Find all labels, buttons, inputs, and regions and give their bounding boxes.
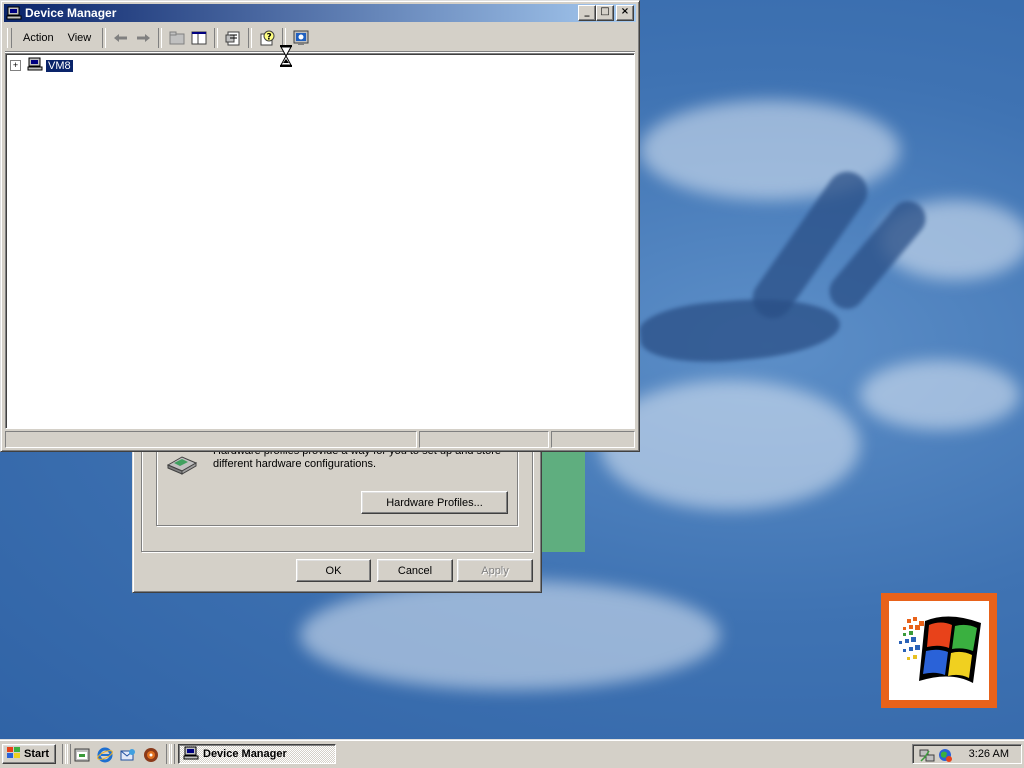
clock[interactable]: 3:26 AM: [969, 748, 1009, 760]
back-arrow-icon[interactable]: [110, 28, 132, 48]
windows-flag-icon: [5, 746, 21, 763]
taskbar-button-device-manager[interactable]: Device Manager: [178, 744, 336, 764]
toolbar-separator: [102, 28, 107, 48]
hourglass-cursor-icon: [280, 45, 292, 70]
expand-toggle[interactable]: +: [10, 60, 21, 71]
status-bar: [5, 431, 635, 448]
minimize-button[interactable]: _: [578, 5, 596, 21]
device-manager-window: Device Manager _ □ × Action View ? + VM8: [0, 0, 640, 452]
computer-icon: [27, 57, 43, 74]
show-hide-tree-icon[interactable]: [188, 28, 210, 48]
media-player-icon[interactable]: [143, 747, 159, 763]
cancel-button[interactable]: Cancel: [377, 559, 453, 582]
maximize-button[interactable]: □: [596, 5, 614, 21]
tree-node-root[interactable]: + VM8: [10, 57, 74, 74]
toolbar-separator: [158, 28, 163, 48]
apply-button[interactable]: Apply: [457, 559, 533, 582]
taskbar: Start Device Manager 3:26 AM: [0, 739, 1024, 768]
forward-arrow-icon[interactable]: [132, 28, 154, 48]
start-label: Start: [24, 748, 50, 760]
hardware-profiles-button[interactable]: Hardware Profiles...: [361, 491, 508, 514]
status-pane-3: [551, 431, 635, 448]
window-title: Device Manager: [25, 6, 117, 20]
show-desktop-icon[interactable]: [74, 747, 90, 763]
computer-icon: [183, 746, 199, 763]
system-tray: 3:26 AM: [912, 744, 1022, 764]
menu-view[interactable]: View: [61, 30, 99, 46]
device-tree[interactable]: + VM8: [5, 53, 635, 429]
hw-text-line2: different hardware configurations.: [213, 458, 377, 470]
tree-node-label[interactable]: VM8: [45, 58, 74, 73]
close-button[interactable]: ×: [616, 5, 634, 21]
outlook-express-icon[interactable]: [120, 747, 136, 763]
task-label: Device Manager: [203, 748, 287, 760]
network-icon[interactable]: [919, 747, 935, 766]
green-panel: [540, 448, 585, 552]
up-folder-icon[interactable]: [166, 28, 188, 48]
toolbar-separator: [248, 28, 253, 48]
taskbar-separator: [62, 744, 66, 764]
hardware-profiles-icon: [166, 451, 200, 478]
taskbar-separator: [166, 744, 170, 764]
ok-button[interactable]: OK: [296, 559, 371, 582]
toolbar-separator: [214, 28, 219, 48]
status-pane-1: [5, 431, 417, 448]
properties-icon[interactable]: [222, 28, 244, 48]
svg-text:?: ?: [267, 33, 272, 43]
system-properties-dialog: Hardware profiles provide a way for you …: [132, 439, 542, 593]
internet-explorer-icon[interactable]: [97, 747, 113, 763]
toolbar: Action View ?: [5, 25, 635, 52]
status-pane-2: [419, 431, 549, 448]
volume-globe-icon[interactable]: [937, 747, 953, 766]
menu-action[interactable]: Action: [16, 30, 61, 46]
windows-logo: [881, 593, 997, 708]
quicklaunch-grip[interactable]: [67, 744, 71, 764]
start-button[interactable]: Start: [2, 744, 56, 764]
scan-hardware-icon[interactable]: [290, 28, 312, 48]
title-bar[interactable]: Device Manager _ □ ×: [4, 4, 636, 22]
computer-icon: [6, 6, 22, 20]
taskbar-grip[interactable]: [171, 744, 175, 764]
help-icon[interactable]: ?: [256, 28, 278, 48]
toolbar-grip[interactable]: [7, 28, 12, 48]
